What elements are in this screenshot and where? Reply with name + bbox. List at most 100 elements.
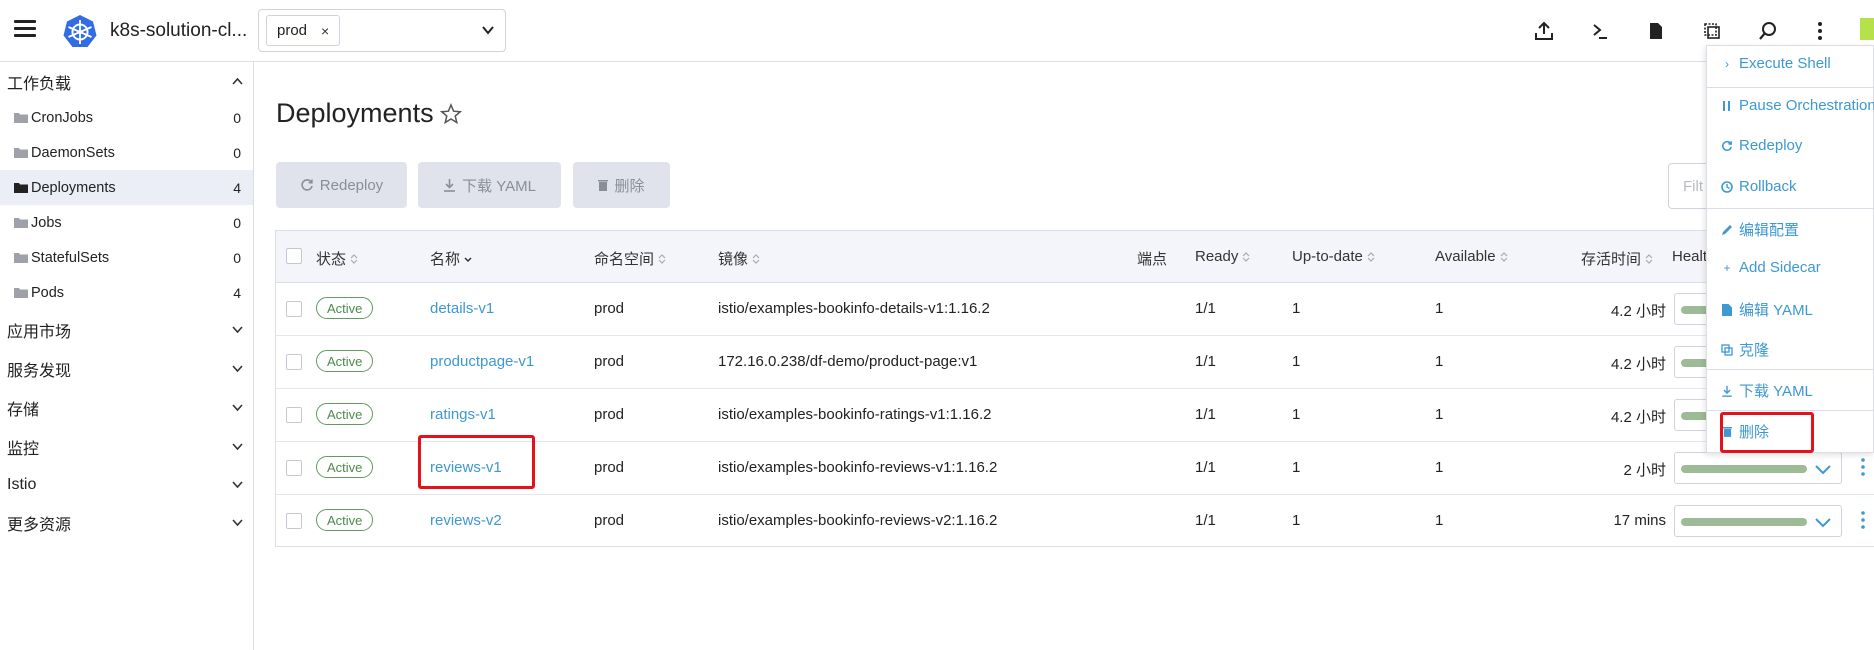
deployment-name-link[interactable]: productpage-v1	[430, 353, 534, 370]
column-label: 命名空间	[594, 251, 655, 268]
menu-item-execute-shell[interactable]: › Execute Shell	[1721, 55, 1831, 72]
row-checkbox[interactable]	[286, 407, 302, 423]
ready-cell: 1/1	[1195, 406, 1216, 423]
sidebar-item-cronjobs[interactable]: CronJobs 0	[0, 100, 253, 135]
star-icon[interactable]	[440, 103, 462, 125]
menu-divider	[1707, 410, 1874, 411]
menu-item-label: Rollback	[1739, 178, 1797, 195]
chevron-right-icon: ›	[1725, 56, 1729, 71]
sidebar-group-apps[interactable]: 应用市场	[0, 312, 253, 348]
row-checkbox[interactable]	[286, 354, 302, 370]
copy-icon[interactable]	[1700, 19, 1724, 43]
download-yaml-button-label: 下载 YAML	[462, 177, 536, 195]
menu-item-clone[interactable]: 克隆	[1721, 339, 1769, 360]
row-checkbox[interactable]	[286, 513, 302, 529]
uptodate-cell: 1	[1292, 459, 1301, 476]
column-header-image[interactable]: 镜像	[718, 248, 760, 269]
row-checkbox[interactable]	[286, 460, 302, 476]
chevron-down-icon	[1815, 518, 1831, 528]
menu-item-edit-yaml[interactable]: 编辑 YAML	[1721, 299, 1813, 320]
column-header-age[interactable]: 存活时间	[1581, 248, 1653, 269]
more-vertical-icon[interactable]	[1808, 19, 1832, 43]
folder-icon	[14, 288, 28, 298]
cluster-name[interactable]: k8s-solution-cl...	[110, 20, 247, 42]
terminal-icon[interactable]	[1588, 19, 1612, 43]
namespace-select[interactable]: prod ×	[258, 9, 506, 52]
redeploy-button[interactable]: Redeploy	[276, 162, 407, 208]
hamburger-menu-icon[interactable]	[14, 20, 36, 38]
column-header-uptodate[interactable]: Up-to-date	[1292, 248, 1375, 265]
column-header-name[interactable]: 名称	[430, 248, 472, 269]
sidebar-group-monitoring[interactable]: 监控	[0, 429, 253, 465]
deployment-name-link[interactable]: reviews-v2	[430, 512, 502, 529]
action-menu: › Execute Shell Pause Orchestration Rede…	[1706, 45, 1874, 453]
select-all-checkbox[interactable]	[286, 248, 302, 264]
column-header-ready[interactable]: Ready	[1195, 248, 1250, 265]
status-badge: Active	[316, 403, 374, 425]
namespace-tag: prod ×	[266, 15, 341, 46]
folder-icon	[14, 218, 28, 228]
column-label: 端点	[1137, 251, 1168, 268]
sidebar-item-label: CronJobs	[31, 109, 94, 126]
table-row: Active reviews-v2 prod istio/examples-bo…	[276, 495, 1874, 548]
delete-button[interactable]: 删除	[573, 162, 670, 208]
chevron-down-icon[interactable]	[481, 23, 495, 37]
column-header-namespace[interactable]: 命名空间	[594, 248, 666, 269]
more-vertical-icon[interactable]	[1861, 457, 1865, 477]
menu-item-redeploy[interactable]: Redeploy	[1721, 137, 1802, 154]
sidebar-group-storage[interactable]: 存储	[0, 390, 253, 426]
refresh-icon	[301, 179, 313, 191]
sidebar-item-statefulsets[interactable]: StatefulSets 0	[0, 240, 253, 275]
plus-icon: +	[1723, 260, 1731, 275]
download-yaml-button[interactable]: 下载 YAML	[418, 162, 561, 208]
remove-tag-icon[interactable]: ×	[321, 23, 329, 39]
sidebar-group-label: 服务发现	[7, 363, 72, 380]
sidebar-group-label: 工作负载	[7, 76, 72, 93]
table-row: Active details-v1 prod istio/examples-bo…	[276, 283, 1874, 336]
menu-item-edit-config[interactable]: 编辑配置	[1721, 219, 1799, 240]
sidebar-item-jobs[interactable]: Jobs 0	[0, 205, 253, 240]
table-row: Active productpage-v1 prod 172.16.0.238/…	[276, 336, 1874, 389]
sidebar-group-istio[interactable]: Istio	[0, 467, 253, 503]
health-dropdown[interactable]	[1674, 452, 1842, 484]
sort-icon	[1242, 251, 1250, 262]
menu-item-rollback[interactable]: Rollback	[1721, 178, 1797, 195]
sidebar-group-workloads[interactable]: 工作负载	[0, 64, 253, 100]
menu-item-download-yaml[interactable]: 下载 YAML	[1721, 380, 1813, 401]
namespace-cell: prod	[594, 512, 625, 529]
ready-cell: 1/1	[1195, 512, 1216, 529]
sidebar-item-daemonsets[interactable]: DaemonSets 0	[0, 135, 253, 170]
file-icon[interactable]	[1644, 19, 1668, 43]
image-cell: 172.16.0.238/df-demo/product-page:v1	[718, 353, 978, 370]
sidebar-group-service-discovery[interactable]: 服务发现	[0, 351, 253, 387]
sidebar-item-deployments[interactable]: Deployments 4	[0, 170, 253, 205]
user-avatar[interactable]	[1860, 18, 1874, 40]
menu-item-label: Pause Orchestration	[1739, 97, 1874, 114]
menu-divider	[1707, 208, 1874, 209]
deployment-name-link[interactable]: ratings-v1	[430, 406, 496, 423]
column-header-state[interactable]: 状态	[316, 248, 358, 269]
refresh-icon	[1721, 140, 1733, 152]
search-icon[interactable]	[1756, 19, 1780, 43]
health-dropdown[interactable]	[1674, 505, 1842, 537]
menu-item-label: Execute Shell	[1739, 55, 1831, 72]
deployments-table: 状态 名称 命名空间 镜像 端点 Ready Up-to-date Availa…	[275, 230, 1874, 547]
row-checkbox[interactable]	[286, 301, 302, 317]
menu-item-label: 编辑配置	[1739, 222, 1800, 239]
menu-item-add-sidecar[interactable]: + Add Sidecar	[1721, 259, 1820, 276]
chevron-down-icon	[232, 365, 243, 373]
sidebar-group-more-resources[interactable]: 更多资源	[0, 505, 253, 541]
folder-icon	[14, 253, 28, 263]
menu-item-pause-orchestration[interactable]: Pause Orchestration	[1721, 97, 1874, 114]
more-vertical-icon[interactable]	[1861, 510, 1865, 530]
upload-icon[interactable]	[1532, 19, 1556, 43]
sidebar-item-pods[interactable]: Pods 4	[0, 275, 253, 310]
sidebar-item-count: 0	[233, 214, 241, 231]
sidebar-item-count: 4	[233, 179, 241, 196]
deployment-name-link[interactable]: details-v1	[430, 300, 494, 317]
column-header-available[interactable]: Available	[1435, 248, 1508, 265]
trash-icon	[598, 180, 609, 191]
sidebar-item-count: 0	[233, 249, 241, 266]
uptodate-cell: 1	[1292, 512, 1301, 529]
age-cell: 4.2 小时	[1610, 303, 1666, 320]
